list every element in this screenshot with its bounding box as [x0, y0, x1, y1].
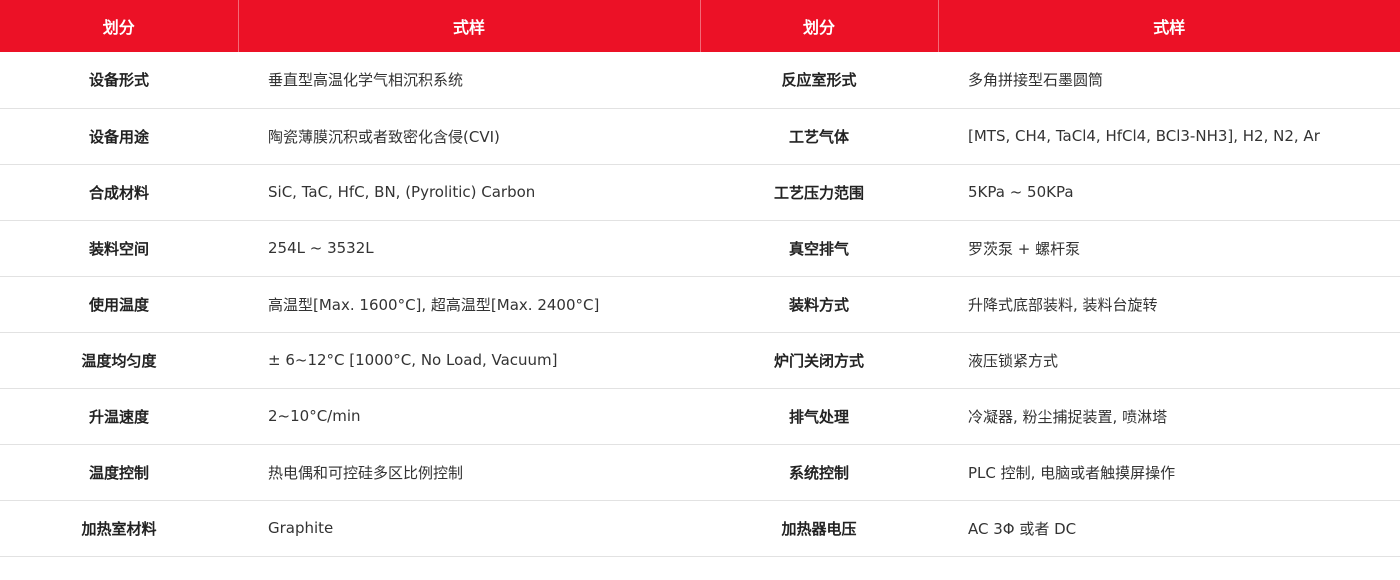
row-label-left: 设备用途 [0, 108, 238, 165]
header-spec-right: 式样 [937, 0, 1400, 52]
row-value-right: AC 3Φ 或者 DC [938, 500, 1400, 557]
row-value-right: 罗茨泵 + 螺杆泵 [938, 220, 1400, 277]
row-value-left: 高温型[Max. 1600°C], 超高温型[Max. 2400°C] [238, 276, 700, 333]
row-value-left: 垂直型高温化学气相沉积系统 [238, 52, 700, 109]
row-value-right: PLC 控制, 电脑或者触摸屏操作 [938, 444, 1400, 501]
row-value-left: 热电偶和可控硅多区比例控制 [238, 444, 700, 501]
row-label-left: 装料空间 [0, 220, 238, 277]
row-label-left: 使用温度 [0, 276, 238, 333]
row-value-right: 液压锁紧方式 [938, 332, 1400, 389]
row-value-right: 多角拼接型石墨圆筒 [938, 52, 1400, 109]
table-header: 划分 式样 划分 式样 [0, 0, 1400, 52]
table-body: 设备形式 垂直型高温化学气相沉积系统 反应室形式 多角拼接型石墨圆筒 设备用途 … [0, 52, 1400, 557]
table-row: 升温速度 2~10°C/min 排气处理 冷凝器, 粉尘捕捉装置, 喷淋塔 [0, 388, 1400, 445]
row-value-left: 2~10°C/min [238, 388, 700, 445]
header-category-right: 划分 [699, 0, 938, 52]
header-row: 划分 式样 划分 式样 [0, 0, 1400, 52]
row-label-left: 升温速度 [0, 388, 238, 445]
row-label-right: 真空排气 [700, 220, 938, 277]
table-row: 加热室材料 Graphite 加热器电压 AC 3Φ 或者 DC [0, 500, 1400, 557]
row-value-right: [MTS, CH4, TaCl4, HfCl4, BCl3-NH3], H2, … [938, 108, 1400, 165]
row-label-right: 装料方式 [700, 276, 938, 333]
row-value-left: 254L ~ 3532L [238, 220, 700, 277]
row-label-right: 炉门关闭方式 [700, 332, 938, 389]
table-row: 装料空间 254L ~ 3532L 真空排气 罗茨泵 + 螺杆泵 [0, 220, 1400, 277]
row-value-left: Graphite [238, 500, 700, 557]
row-value-left: 陶瓷薄膜沉积或者致密化含侵(CVI) [238, 108, 700, 165]
row-value-left: ± 6~12°C [1000°C, No Load, Vacuum] [238, 332, 700, 389]
row-value-right: 5KPa ~ 50KPa [938, 164, 1400, 221]
row-label-right: 系统控制 [700, 444, 938, 501]
table-row: 设备用途 陶瓷薄膜沉积或者致密化含侵(CVI) 工艺气体 [MTS, CH4, … [0, 108, 1400, 165]
header-spec-left: 式样 [237, 0, 700, 52]
table-row: 温度均匀度 ± 6~12°C [1000°C, No Load, Vacuum]… [0, 332, 1400, 389]
table-row: 使用温度 高温型[Max. 1600°C], 超高温型[Max. 2400°C]… [0, 276, 1400, 333]
spec-table: 划分 式样 划分 式样 设备形式 垂直型高温化学气相沉积系统 反应室形式 多角拼… [0, 0, 1400, 557]
row-label-left: 加热室材料 [0, 500, 238, 557]
header-category-left: 划分 [0, 0, 238, 52]
row-label-left: 温度控制 [0, 444, 238, 501]
row-label-right: 工艺压力范围 [700, 164, 938, 221]
row-label-right: 反应室形式 [700, 52, 938, 109]
row-label-left: 设备形式 [0, 52, 238, 109]
row-value-right: 升降式底部装料, 装料台旋转 [938, 276, 1400, 333]
row-label-left: 温度均匀度 [0, 332, 238, 389]
row-value-left: SiC, TaC, HfC, BN, (Pyrolitic) Carbon [238, 164, 700, 221]
row-label-left: 合成材料 [0, 164, 238, 221]
table-row: 合成材料 SiC, TaC, HfC, BN, (Pyrolitic) Carb… [0, 164, 1400, 221]
table-row: 设备形式 垂直型高温化学气相沉积系统 反应室形式 多角拼接型石墨圆筒 [0, 52, 1400, 109]
row-label-right: 加热器电压 [700, 500, 938, 557]
row-label-right: 排气处理 [700, 388, 938, 445]
row-value-right: 冷凝器, 粉尘捕捉装置, 喷淋塔 [938, 388, 1400, 445]
table-row: 温度控制 热电偶和可控硅多区比例控制 系统控制 PLC 控制, 电脑或者触摸屏操… [0, 444, 1400, 501]
row-label-right: 工艺气体 [700, 108, 938, 165]
